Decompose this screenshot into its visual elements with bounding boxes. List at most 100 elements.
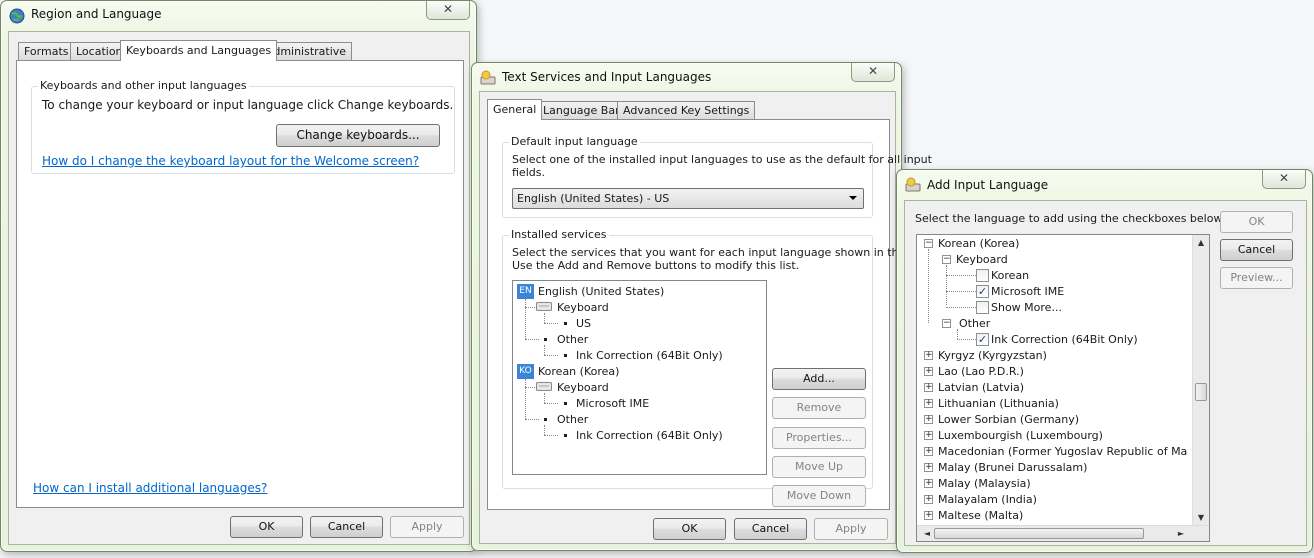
scroll-up-icon[interactable]: ▲	[1193, 238, 1209, 247]
tree-item-language[interactable]: Lower Sorbian (Germany)	[938, 413, 1079, 426]
tree-item-keyboard[interactable]: Keyboard	[557, 301, 609, 314]
tree-item-other[interactable]: Other	[557, 413, 588, 426]
welcome-screen-link[interactable]: How do I change the keyboard layout for …	[42, 155, 419, 168]
expand-icon[interactable]: +	[924, 495, 933, 504]
tree-item-language[interactable]: Luxembourgish (Luxembourg)	[938, 429, 1103, 442]
title-bar[interactable]: Text Services and Input Languages ✕	[472, 63, 901, 91]
cancel-button[interactable]: Cancel	[1220, 239, 1293, 261]
cancel-button[interactable]: Cancel	[734, 518, 807, 540]
tree-item-keyboard[interactable]: Keyboard	[557, 381, 609, 394]
horizontal-scrollbar[interactable]: ◄ ►	[917, 525, 1209, 541]
close-button[interactable]: ✕	[851, 63, 895, 82]
expand-icon[interactable]: +	[924, 479, 933, 488]
cancel-button[interactable]: Cancel	[310, 516, 383, 538]
expand-icon[interactable]: +	[924, 399, 933, 408]
chevron-down-icon	[849, 196, 857, 200]
preview-button[interactable]: Preview...	[1220, 267, 1293, 289]
tree-item-language[interactable]: Maltese (Malta)	[938, 509, 1023, 522]
expand-icon[interactable]: +	[924, 415, 933, 424]
tab-advanced-key-settings[interactable]: Advanced Key Settings	[617, 101, 756, 119]
checkbox-ink-correction[interactable]: ✓	[976, 333, 989, 346]
tree-item-language[interactable]: Macedonian (Former Yugoslav Republic of …	[938, 445, 1188, 458]
text-services-window: Text Services and Input Languages ✕ Gene…	[471, 62, 932, 551]
expand-icon[interactable]: +	[924, 383, 933, 392]
install-languages-link[interactable]: How can I install additional languages?	[33, 482, 267, 495]
tree-item-language[interactable]: Malay (Malaysia)	[938, 477, 1031, 490]
tree-item-language[interactable]: Malay (Brunei Darussalam)	[938, 461, 1087, 474]
tree-item-language[interactable]: Malayalam (India)	[938, 493, 1037, 506]
tree-item-korean-keyboard[interactable]: Korean	[991, 269, 1029, 282]
tree-line	[525, 339, 539, 340]
tree-item-keyboard[interactable]: Keyboard	[956, 253, 1008, 266]
close-button[interactable]: ✕	[426, 1, 470, 20]
ok-button[interactable]: OK	[1220, 211, 1293, 233]
tree-line	[544, 425, 545, 435]
tree-item-korean[interactable]: Korean (Korea)	[538, 365, 619, 378]
apply-button[interactable]: Apply	[390, 516, 464, 538]
expand-icon[interactable]: +	[924, 447, 933, 456]
expand-icon[interactable]: +	[924, 511, 933, 520]
title-bar[interactable]: Region and Language ✕	[1, 1, 476, 29]
collapse-icon[interactable]: −	[942, 255, 951, 264]
tab-keyboards-and-languages[interactable]: Keyboards and Languages	[120, 40, 278, 61]
tab-language-bar[interactable]: Language Bar	[537, 101, 626, 119]
scroll-down-icon[interactable]: ▼	[1193, 513, 1209, 522]
default-instruction: Select one of the installed input langua…	[512, 153, 932, 166]
tree-item-language[interactable]: Kyrgyz (Kyrgyzstan)	[938, 349, 1047, 362]
change-keyboards-button[interactable]: Change keyboards...	[276, 124, 440, 147]
expand-icon[interactable]: +	[924, 431, 933, 440]
collapse-icon[interactable]: −	[924, 239, 933, 248]
expand-icon[interactable]: +	[924, 463, 933, 472]
installed-services-tree[interactable]: EN English (United States) Keyboard US O…	[512, 280, 767, 475]
collapse-icon[interactable]: −	[942, 319, 951, 328]
expand-icon[interactable]: +	[924, 351, 933, 360]
tree-item-english[interactable]: English (United States)	[538, 285, 664, 298]
tab-general[interactable]: General	[487, 99, 543, 120]
language-tree[interactable]: − Korean (Korea) − Keyboard Korean ✓ Mic…	[916, 234, 1210, 542]
tree-item-other[interactable]: Other	[959, 317, 990, 330]
tree-item-ink-correction[interactable]: Ink Correction (64Bit Only)	[576, 349, 723, 362]
keyboard-language-icon	[480, 70, 496, 85]
tree-item-other[interactable]: Other	[557, 333, 588, 346]
installed-instruction: Select the services that you want for ea…	[512, 246, 929, 259]
title-bar[interactable]: Add Input Language ✕	[897, 170, 1312, 198]
scroll-right-icon[interactable]: ►	[1173, 529, 1189, 538]
tree-line	[525, 419, 539, 420]
tree-line	[946, 275, 976, 276]
scroll-thumb[interactable]	[934, 528, 1144, 539]
vertical-scrollbar[interactable]: ▲ ▼	[1192, 235, 1209, 525]
tree-item-language[interactable]: Latvian (Latvia)	[938, 381, 1024, 394]
tree-item-ink-correction[interactable]: Ink Correction (64Bit Only)	[576, 429, 723, 442]
tree-item-ink-correction[interactable]: Ink Correction (64Bit Only)	[991, 333, 1138, 346]
checkbox-show-more[interactable]	[976, 301, 989, 314]
tree-item-language[interactable]: Lithuanian (Lithuania)	[938, 397, 1059, 410]
instruction-text: To change your keyboard or input languag…	[42, 98, 454, 112]
apply-button[interactable]: Apply	[814, 518, 888, 540]
default-language-select[interactable]: English (United States) - US	[512, 188, 864, 209]
ok-button[interactable]: OK	[653, 518, 726, 540]
tab-formats[interactable]: Formats	[18, 42, 75, 60]
tree-item-show-more[interactable]: Show More...	[991, 301, 1062, 314]
checkbox-microsoft-ime[interactable]: ✓	[976, 285, 989, 298]
expand-icon[interactable]: +	[924, 367, 933, 376]
tree-item-korean[interactable]: Korean (Korea)	[938, 237, 1019, 250]
remove-button[interactable]: Remove	[772, 397, 866, 419]
tree-item-language[interactable]: Lao (Lao P.D.R.)	[938, 365, 1024, 378]
checkbox-korean[interactable]	[976, 269, 989, 282]
properties-button[interactable]: Properties...	[772, 427, 866, 449]
tree-item-us[interactable]: US	[576, 317, 591, 330]
region-language-window: Region and Language ✕ Formats Location K…	[0, 0, 477, 552]
tree-item-microsoft-ime[interactable]: Microsoft IME	[576, 397, 649, 410]
scroll-left-icon[interactable]: ◄	[919, 529, 935, 538]
add-button[interactable]: Add...	[772, 368, 866, 390]
bullet-icon	[564, 402, 567, 405]
tree-item-microsoft-ime[interactable]: Microsoft IME	[991, 285, 1064, 298]
tree-line	[544, 393, 545, 403]
move-up-button[interactable]: Move Up	[772, 456, 866, 478]
tab-panel: Default input language Select one of the…	[487, 119, 932, 510]
ok-button[interactable]: OK	[230, 516, 303, 538]
bullet-icon	[544, 338, 547, 341]
scroll-thumb[interactable]	[1195, 383, 1207, 401]
move-down-button[interactable]: Move Down	[772, 485, 866, 507]
close-button[interactable]: ✕	[1262, 170, 1306, 189]
